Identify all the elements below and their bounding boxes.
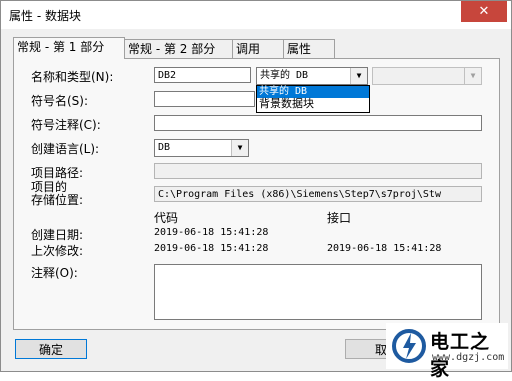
storage-label-line2: 存储位置: [31, 193, 84, 207]
instance-select: ▼ [372, 67, 482, 85]
created-date-label: 创建日期: [31, 228, 84, 242]
name-type-label: 名称和类型(N): [31, 70, 114, 84]
tab-general-part1[interactable]: 常规 - 第 1 部分 [13, 37, 125, 59]
created-code-value: 2019-06-18 15:41:28 [154, 227, 269, 238]
storage-location-field: C:\Program Files (x86)\Siemens\Step7\s7p… [154, 186, 482, 202]
tab-general-part2[interactable]: 常规 - 第 2 部分 [124, 39, 239, 58]
tab-calls[interactable]: 调用 [232, 39, 286, 58]
chevron-down-icon: ▼ [464, 68, 481, 84]
title-bar: 属性 - 数据块 ✕ [1, 1, 511, 29]
properties-dialog: 属性 - 数据块 ✕ 常规 - 第 1 部分 常规 - 第 2 部分 调用 属性… [0, 0, 512, 380]
modified-interface-value: 2019-06-18 15:41:28 [327, 243, 442, 254]
type-select[interactable]: 共享的 DB ▼ [256, 67, 368, 85]
window-title: 属性 - 数据块 [9, 9, 81, 23]
language-select-value: DB [158, 142, 171, 153]
watermark: 电工之家 www.dgzj.com [386, 323, 508, 380]
type-option-instance-db[interactable]: 背景数据块 [257, 98, 369, 110]
symbol-name-label: 符号名(S): [31, 94, 89, 108]
language-label: 创建语言(L): [31, 142, 100, 156]
comment-label: 注释(O): [31, 266, 78, 280]
chevron-down-icon[interactable]: ▼ [350, 68, 367, 84]
name-field[interactable]: DB2 [154, 67, 251, 83]
code-header: 代码 [154, 211, 179, 225]
modified-date-label: 上次修改: [31, 244, 84, 258]
project-path-field [154, 163, 482, 179]
type-dropdown-list: 共享的 DB 背景数据块 [256, 85, 370, 113]
electric-logo-icon [392, 329, 426, 363]
tab-attributes[interactable]: 属性 [283, 39, 335, 58]
watermark-url: www.dgzj.com [432, 352, 505, 363]
comment-field[interactable] [154, 264, 482, 320]
modified-code-value: 2019-06-18 15:41:28 [154, 243, 269, 254]
language-select[interactable]: DB ▼ [154, 139, 249, 157]
symbol-comment-label: 符号注释(C): [31, 118, 101, 132]
close-button[interactable]: ✕ [461, 1, 507, 22]
symbol-name-field[interactable] [154, 91, 255, 107]
ok-button[interactable]: 确定 [15, 339, 87, 359]
chevron-down-icon[interactable]: ▼ [231, 140, 248, 156]
symbol-comment-field[interactable] [154, 115, 482, 131]
type-select-value: 共享的 DB [260, 70, 309, 81]
interface-header: 接口 [327, 211, 352, 225]
